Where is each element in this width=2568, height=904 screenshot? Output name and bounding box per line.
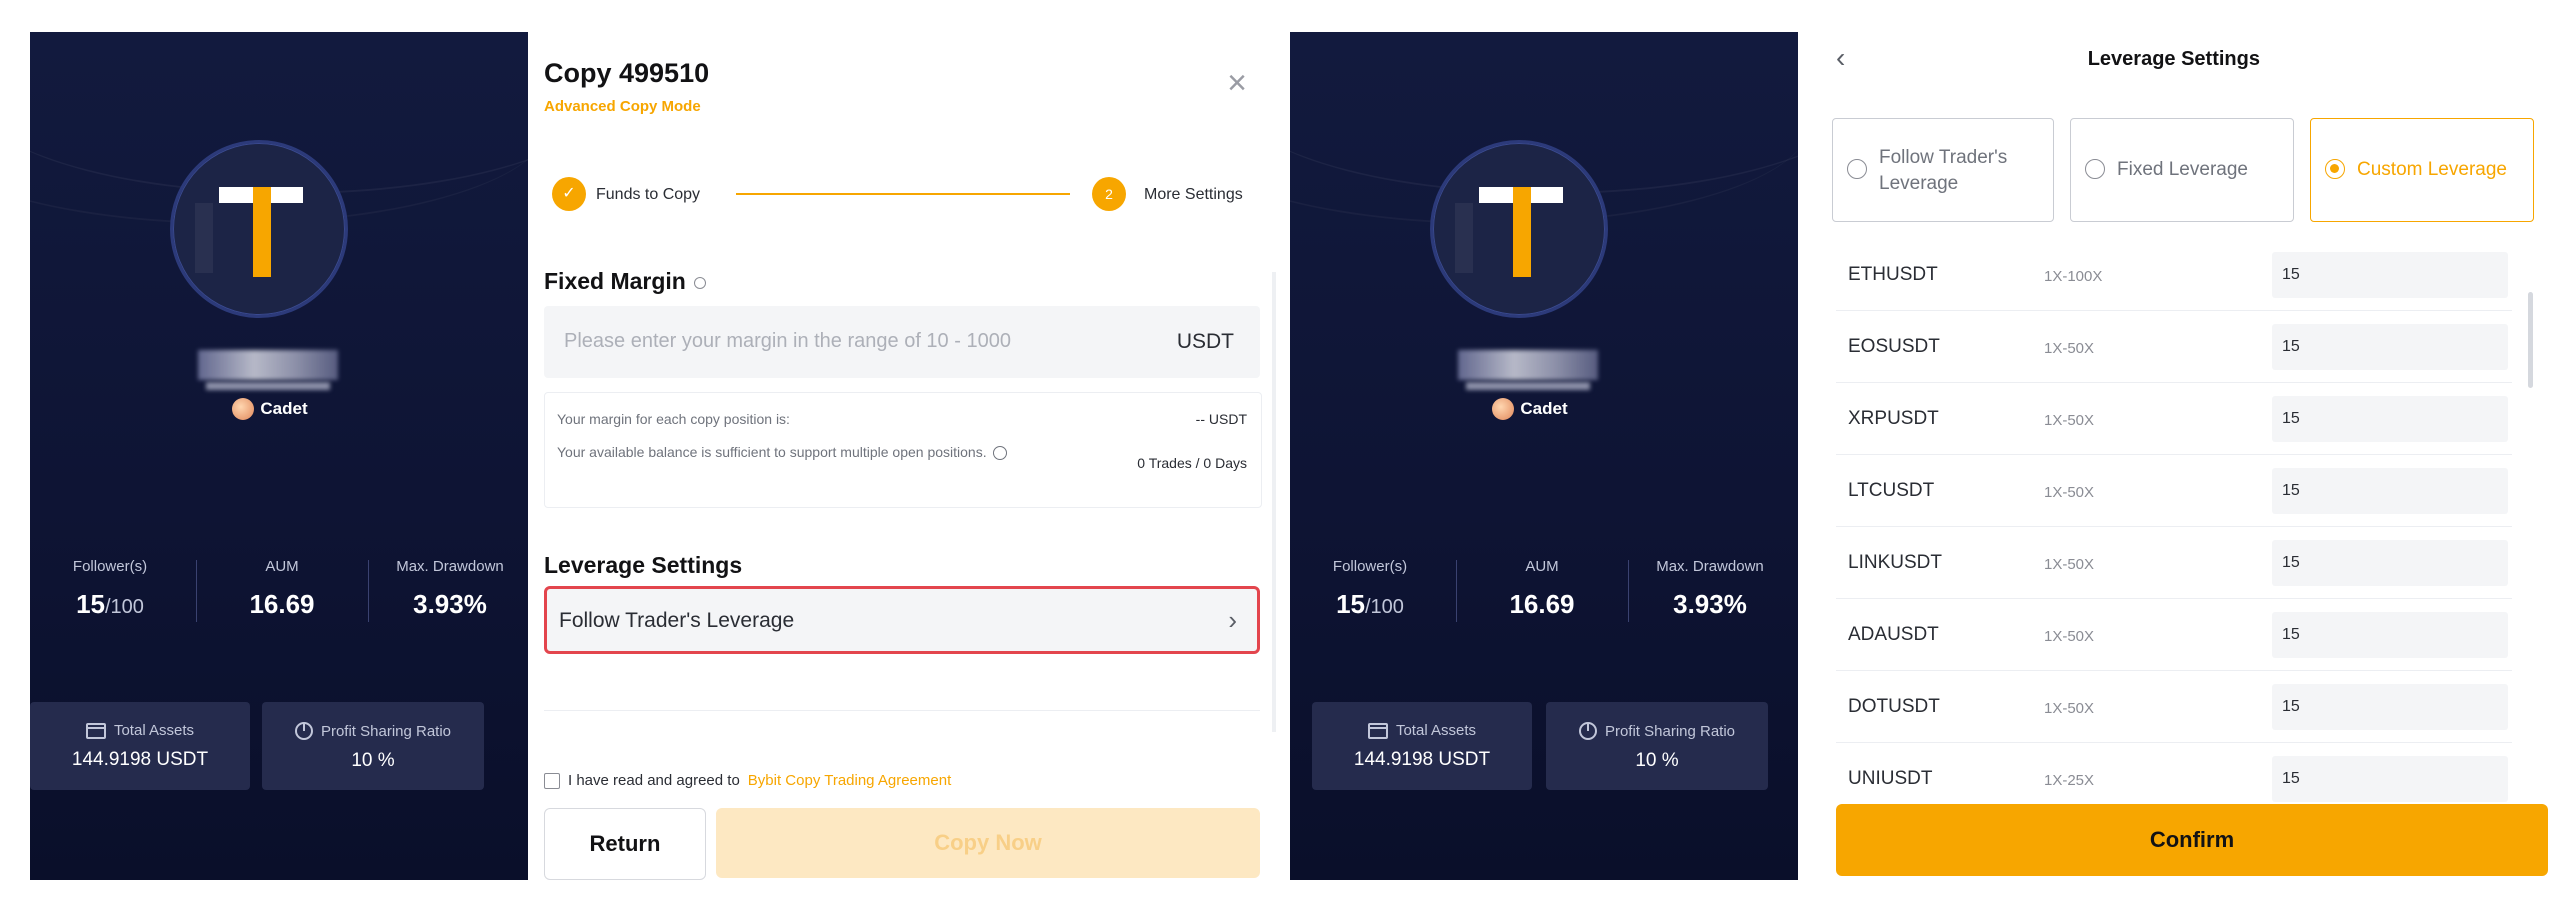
leverage-range: 1X-50X bbox=[2044, 700, 2095, 717]
step-funds-to-copy[interactable]: Funds to Copy bbox=[596, 186, 700, 204]
step-complete-check-icon: ✓ bbox=[552, 177, 586, 211]
agreement-link[interactable]: Bybit Copy Trading Agreement bbox=[748, 772, 951, 789]
divider bbox=[544, 710, 1260, 711]
rank-badge: Cadet bbox=[1460, 396, 1600, 422]
fixed-margin-input[interactable]: Please enter your margin in the range of… bbox=[544, 306, 1260, 378]
agreement-row: I have read and agreed to Bybit Copy Tra… bbox=[544, 772, 951, 789]
leverage-pair-row: LTCUSDT 1X-50X 15 bbox=[1836, 454, 2512, 527]
rank-badge: Cadet bbox=[200, 396, 340, 422]
leverage-settings-title: Leverage Settings bbox=[2087, 48, 2260, 70]
info-icon[interactable] bbox=[693, 276, 706, 289]
leverage-input[interactable]: 15 bbox=[2272, 684, 2508, 730]
trades-days-value: 0 Trades / 0 Days bbox=[1137, 455, 1247, 471]
leverage-range: 1X-25X bbox=[2044, 772, 2095, 789]
max-drawdown-stat: Max. Drawdown 3.93% bbox=[1656, 558, 1764, 619]
fixed-margin-heading: Fixed Margin bbox=[544, 268, 706, 295]
followers-stat: Follower(s) 15/100 bbox=[72, 558, 148, 619]
option-follow-trader-leverage[interactable]: Follow Trader's Leverage bbox=[1832, 118, 2054, 222]
pair-symbol: XRPUSDT bbox=[1848, 408, 1939, 429]
leverage-pair-row: DOTUSDT 1X-50X 15 bbox=[1836, 670, 2512, 743]
radio-unselected bbox=[2085, 159, 2105, 179]
rank-icon bbox=[1492, 398, 1515, 420]
pair-symbol: EOSUSDT bbox=[1848, 336, 1940, 357]
leverage-pair-row: XRPUSDT 1X-50X 15 bbox=[1836, 382, 2512, 455]
trader-stats: Follower(s) 15/100 AUM 16.69 Max. Drawdo… bbox=[30, 552, 538, 662]
leverage-pair-row: EOSUSDT 1X-50X 15 bbox=[1836, 310, 2512, 383]
leverage-input[interactable]: 15 bbox=[2272, 612, 2508, 658]
trader-name-redacted bbox=[1458, 350, 1598, 380]
pie-chart-icon bbox=[294, 722, 313, 740]
leverage-pair-row: ADAUSDT 1X-50X 15 bbox=[1836, 598, 2512, 671]
step-more-settings[interactable]: More Settings bbox=[1144, 186, 1243, 204]
max-drawdown-stat: Max. Drawdown 3.93% bbox=[396, 558, 504, 619]
leverage-pair-row: ETHUSDT 1X-100X 15 bbox=[1836, 238, 2512, 311]
leverage-range: 1X-50X bbox=[2044, 628, 2095, 645]
margin-per-position-value: -- USDT bbox=[1195, 411, 1247, 427]
option-custom-leverage[interactable]: Custom Leverage bbox=[2310, 118, 2534, 222]
confirm-button[interactable]: Confirm bbox=[1836, 804, 2548, 876]
modal-title: Copy 499510 bbox=[544, 58, 710, 88]
pair-symbol: UNIUSDT bbox=[1848, 768, 1933, 789]
leverage-range: 1X-50X bbox=[2044, 484, 2095, 501]
leverage-input[interactable]: 15 bbox=[2272, 756, 2508, 802]
pair-symbol: LTCUSDT bbox=[1848, 480, 1935, 501]
leverage-range: 1X-50X bbox=[2044, 556, 2095, 573]
wallet-icon bbox=[85, 722, 106, 739]
followers-stat: Follower(s) 15/100 bbox=[1332, 558, 1408, 619]
pie-chart-icon bbox=[1578, 722, 1597, 740]
leverage-range: 1X-50X bbox=[2044, 412, 2095, 429]
trader-avatar bbox=[170, 140, 348, 318]
margin-input-placeholder: Please enter your margin in the range of… bbox=[564, 330, 1011, 352]
wallet-icon bbox=[1367, 722, 1388, 739]
trader-profile-panel-right: Cadet Follower(s) 15/100 AUM 16.69 Max. … bbox=[1290, 32, 1798, 880]
scrollbar[interactable] bbox=[2528, 292, 2533, 388]
copy-trader-modal: Copy 499510 Advanced Copy Mode × ✓ Funds… bbox=[528, 32, 1280, 880]
pair-symbol: LINKUSDT bbox=[1848, 552, 1942, 573]
copy-mode-label: Advanced Copy Mode bbox=[544, 98, 701, 115]
step-progress-line bbox=[736, 193, 1070, 195]
close-icon[interactable]: × bbox=[1222, 66, 1252, 100]
scrollbar[interactable] bbox=[1272, 272, 1276, 732]
leverage-pair-row: LINKUSDT 1X-50X 15 bbox=[1836, 526, 2512, 599]
leverage-range: 1X-50X bbox=[2044, 340, 2095, 357]
leverage-input[interactable]: 15 bbox=[2272, 396, 2508, 442]
leverage-input[interactable]: 15 bbox=[2272, 324, 2508, 370]
trader-avatar bbox=[1430, 140, 1608, 318]
total-assets-card: Total Assets 144.9198 USDT bbox=[1312, 702, 1532, 790]
option-fixed-leverage[interactable]: Fixed Leverage bbox=[2070, 118, 2294, 222]
help-icon[interactable] bbox=[992, 446, 1007, 461]
leverage-settings-heading: Leverage Settings bbox=[544, 552, 743, 578]
margin-info-box: Your margin for each copy position is: -… bbox=[544, 392, 1262, 508]
step-number-badge: 2 bbox=[1092, 177, 1126, 211]
agreement-checkbox[interactable] bbox=[544, 772, 560, 789]
aum-stat: AUM 16.69 bbox=[1509, 558, 1575, 619]
profit-sharing-card: Profit Sharing Ratio 10 % bbox=[262, 702, 484, 790]
trader-name-redacted bbox=[198, 350, 338, 380]
aum-stat: AUM 16.69 bbox=[249, 558, 315, 619]
pair-symbol: DOTUSDT bbox=[1848, 696, 1940, 717]
pair-symbol: ADAUSDT bbox=[1848, 624, 1939, 645]
copy-now-button[interactable]: Copy Now bbox=[716, 808, 1260, 878]
leverage-input[interactable]: 15 bbox=[2272, 252, 2508, 298]
rank-icon bbox=[232, 398, 255, 420]
leverage-input[interactable]: 15 bbox=[2272, 540, 2508, 586]
return-button[interactable]: Return bbox=[544, 808, 706, 880]
leverage-settings-row[interactable]: Follow Trader's Leverage › bbox=[544, 586, 1260, 654]
radio-unselected bbox=[1847, 159, 1867, 179]
leverage-range: 1X-100X bbox=[2044, 268, 2103, 285]
leverage-settings-panel: ‹ Leverage Settings Follow Trader's Leve… bbox=[1820, 32, 2548, 880]
radio-selected bbox=[2325, 159, 2345, 179]
trader-stats: Follower(s) 15/100 AUM 16.69 Max. Drawdo… bbox=[1290, 552, 1798, 662]
total-assets-card: Total Assets 144.9198 USDT bbox=[30, 702, 250, 790]
leverage-input[interactable]: 15 bbox=[2272, 468, 2508, 514]
trader-profile-panel-left: Cadet Follower(s) 15/100 AUM 16.69 Max. … bbox=[30, 32, 538, 880]
profit-sharing-card: Profit Sharing Ratio 10 % bbox=[1546, 702, 1768, 790]
margin-unit: USDT bbox=[1176, 330, 1234, 353]
chevron-right-icon: › bbox=[1228, 605, 1237, 635]
pair-symbol: ETHUSDT bbox=[1848, 264, 1938, 285]
